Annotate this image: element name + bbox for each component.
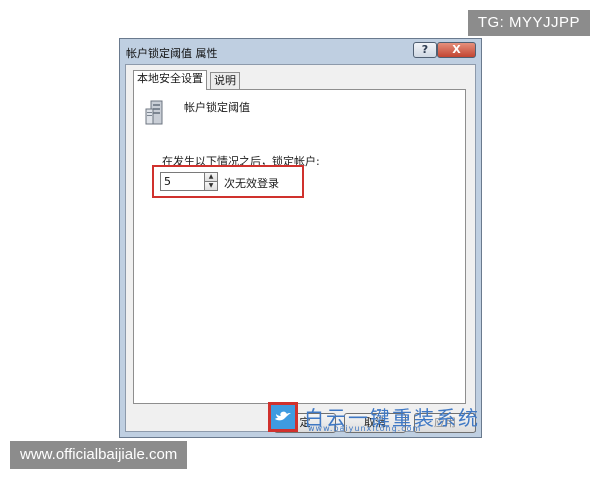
window-title: 帐户锁定阈值 属性 bbox=[126, 47, 218, 60]
telegram-badge: TG: MYYJJPP bbox=[467, 10, 590, 36]
site-badge: www.officialbaijiale.com bbox=[10, 441, 188, 469]
title-bar: 帐户锁定阈值 属性 ? X bbox=[120, 39, 481, 64]
tab-local-security-setting[interactable]: 本地安全设置 bbox=[133, 70, 207, 90]
properties-dialog: 帐户锁定阈值 属性 ? X 本地安全设置 说明 帐户锁定阈值 在发生以下情况之后… bbox=[119, 38, 482, 438]
close-button[interactable]: X bbox=[437, 42, 476, 58]
invalid-logon-count-input[interactable] bbox=[160, 172, 204, 191]
help-button[interactable]: ? bbox=[413, 42, 437, 58]
watermark-url: www.baiyunxitong.com bbox=[308, 424, 422, 433]
server-policy-icon bbox=[145, 100, 163, 125]
invalid-logon-suffix: 次无效登录 bbox=[224, 177, 279, 190]
tab-panel: 帐户锁定阈值 在发生以下情况之后，锁定帐户: ▲ ▼ 次无效登录 bbox=[133, 89, 466, 404]
bird-logo-icon bbox=[268, 402, 298, 432]
policy-name: 帐户锁定阈值 bbox=[184, 101, 250, 114]
watermark: 白云一键重装系统 www.baiyunxitong.com bbox=[268, 402, 478, 434]
dialog-body: 本地安全设置 说明 帐户锁定阈值 在发生以下情况之后，锁定帐户: ▲ ▼ 次无效… bbox=[125, 64, 476, 433]
tab-explain[interactable]: 说明 bbox=[210, 72, 240, 90]
spin-down-button[interactable]: ▼ bbox=[204, 181, 218, 191]
